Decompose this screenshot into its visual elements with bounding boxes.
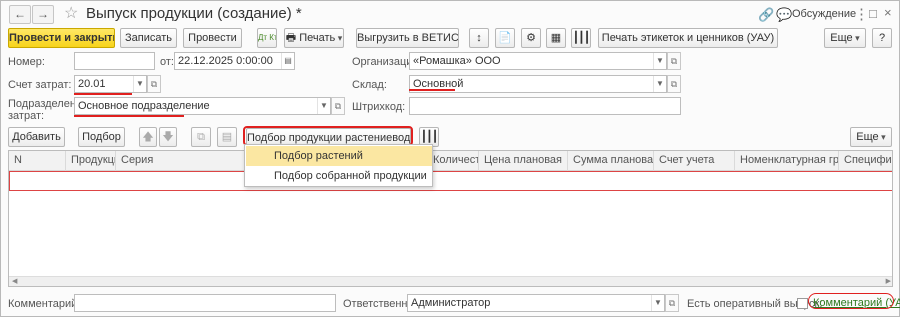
- document-window: ← → ☆ Выпуск продукции (создание) * 🔗 💬 …: [0, 0, 900, 317]
- highlight-underline: [74, 93, 132, 95]
- delete-row-icon[interactable]: ▤: [217, 127, 237, 147]
- print-label: Печать: [299, 32, 336, 44]
- more-button[interactable]: Еще: [824, 28, 866, 48]
- account-value: 20.01: [78, 78, 106, 90]
- chevron-down-icon[interactable]: ▼: [653, 76, 666, 92]
- table-header: N Продукция Серия Количество Цена планов…: [9, 151, 892, 171]
- open-responsible-icon[interactable]: ⧉: [665, 294, 679, 312]
- page-title: Выпуск продукции (создание) *: [86, 5, 302, 22]
- column-header[interactable]: N: [9, 151, 66, 171]
- back-button[interactable]: ←: [9, 5, 31, 24]
- date-field[interactable]: 22.12.2025 0:00:00 ▤: [174, 52, 295, 70]
- dt-kt-icon[interactable]: Дт Кт: [257, 28, 277, 48]
- comment-label: Комментарий:: [8, 298, 81, 310]
- scroll-left-icon[interactable]: ◀: [12, 277, 17, 286]
- forward-button[interactable]: →: [32, 5, 54, 24]
- number-field[interactable]: [74, 52, 155, 70]
- structure-icon[interactable]: ▦: [546, 28, 566, 48]
- operative-release-checkbox[interactable]: [797, 298, 808, 309]
- print-labels-button[interactable]: Печать этикеток и ценников (УАУ): [598, 28, 778, 48]
- warehouse-label: Склад:: [352, 79, 387, 91]
- move-down-icon[interactable]: 🡇: [159, 127, 177, 147]
- menu-item-pick-plants[interactable]: Подбор растений: [246, 146, 432, 166]
- favorite-star-icon[interactable]: ☆: [64, 3, 78, 23]
- barcode-icon[interactable]: ┃┃┃: [571, 28, 591, 48]
- highlight-outline: [243, 126, 413, 146]
- chevron-down-icon[interactable]: ▼: [133, 76, 146, 92]
- printer-icon: 🖶: [285, 32, 297, 44]
- add-row-button[interactable]: Добавить: [8, 127, 65, 147]
- open-account-icon[interactable]: ⧉: [147, 75, 161, 93]
- more-vert-icon[interactable]: ⋮: [854, 5, 869, 23]
- division-field[interactable]: Основное подразделение ▼: [74, 97, 331, 115]
- open-organization-icon[interactable]: ⧉: [667, 52, 681, 70]
- help-button[interactable]: ?: [872, 28, 892, 48]
- division-label: Подразделение затрат:: [8, 98, 89, 122]
- settings-gears-icon[interactable]: ⚙: [521, 28, 541, 48]
- date-from-label: от:: [160, 56, 174, 68]
- date-value: 22.12.2025 0:00:00: [178, 55, 273, 67]
- print-button[interactable]: 🖶 Печать: [284, 28, 344, 48]
- column-header[interactable]: Цена плановая: [479, 151, 568, 171]
- barcode-label: Штрихкод:: [352, 101, 406, 113]
- responsible-field[interactable]: Администратор ▼: [407, 294, 665, 312]
- pick-button[interactable]: Подбор: [78, 127, 125, 147]
- discussion-icon[interactable]: 💬: [776, 7, 792, 23]
- chevron-down-icon[interactable]: ▼: [317, 98, 330, 114]
- organization-field[interactable]: «Ромашка» ООО ▼: [409, 52, 667, 70]
- column-header[interactable]: Продукция: [66, 151, 116, 171]
- discussion-link[interactable]: Обсуждение: [792, 8, 856, 20]
- highlight-underline: [409, 89, 455, 91]
- column-header[interactable]: Счет учета: [654, 151, 735, 171]
- table-more-button[interactable]: Еще: [850, 127, 892, 147]
- open-warehouse-icon[interactable]: ⧉: [667, 75, 681, 93]
- chevron-down-icon[interactable]: ▼: [651, 295, 664, 311]
- products-table[interactable]: N Продукция Серия Количество Цена планов…: [8, 150, 893, 287]
- open-division-icon[interactable]: ⧉: [331, 97, 345, 115]
- post-button[interactable]: Провести: [183, 28, 242, 48]
- arrow-left-icon: ←: [14, 7, 26, 21]
- plant-pick-menu: Подбор растений Подбор собранной продукц…: [244, 144, 433, 187]
- responsible-value: Администратор: [411, 297, 491, 309]
- document-report-icon[interactable]: 📄: [495, 28, 515, 48]
- column-header[interactable]: Спецификация: [839, 151, 892, 171]
- copy-row-icon[interactable]: ⧉: [191, 127, 211, 147]
- post-and-close-button[interactable]: Провести и закрыть: [8, 28, 115, 48]
- close-icon[interactable]: ×: [884, 5, 892, 20]
- organization-value: «Ромашка» ООО: [413, 55, 501, 67]
- account-label: Счет затрат:: [8, 79, 72, 91]
- maximize-icon[interactable]: □: [869, 6, 877, 21]
- column-header[interactable]: Количество: [428, 151, 479, 171]
- scroll-right-icon[interactable]: ▶: [886, 277, 891, 286]
- column-header[interactable]: Номенклатурная группа: [735, 151, 839, 171]
- comment-field[interactable]: [74, 294, 336, 312]
- highlight-underline: [74, 115, 184, 117]
- vetis-export-button[interactable]: Выгрузить в ВЕТИС: [356, 28, 459, 48]
- table-row[interactable]: [9, 171, 892, 191]
- link-icon[interactable]: 🔗: [758, 7, 774, 23]
- column-header[interactable]: Сумма плановая: [568, 151, 654, 171]
- arrow-right-icon: →: [37, 7, 49, 21]
- account-field[interactable]: 20.01 ▼: [74, 75, 147, 93]
- chevron-down-icon[interactable]: ▼: [653, 53, 666, 69]
- division-value: Основное подразделение: [78, 100, 210, 112]
- analytics-icon[interactable]: ↕: [469, 28, 489, 48]
- number-label: Номер:: [8, 56, 45, 68]
- horizontal-scrollbar[interactable]: ◀ ▶: [9, 276, 892, 286]
- move-up-icon[interactable]: 🡅: [139, 127, 157, 147]
- barcode-field[interactable]: [409, 97, 681, 115]
- calendar-icon[interactable]: ▤: [281, 53, 294, 69]
- highlight-outline: [808, 293, 894, 309]
- save-button[interactable]: Записать: [120, 28, 177, 48]
- menu-item-pick-harvest[interactable]: Подбор собранной продукции: [246, 166, 432, 186]
